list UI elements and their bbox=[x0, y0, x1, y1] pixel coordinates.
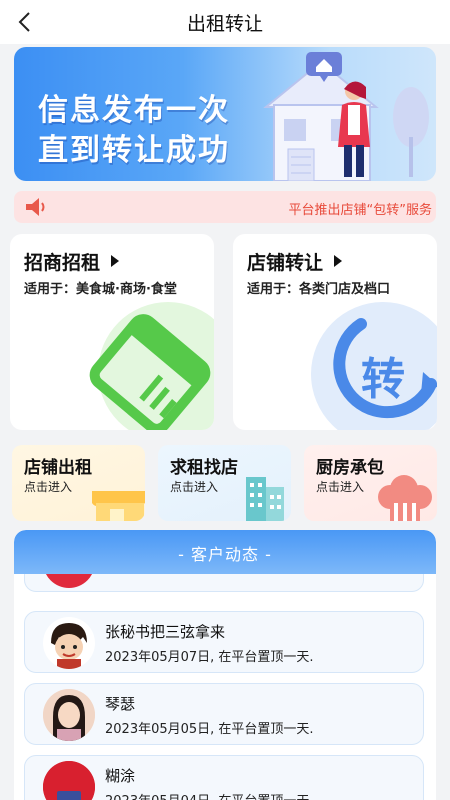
item-desc: 2023年05月04日, 在平台置顶一天. bbox=[105, 790, 314, 800]
customer-feed: - 客户动态 - 张秘书把三弦拿来 2023年05月07日, 在平台置顶一天. bbox=[14, 530, 436, 800]
card-subtitle: 点击进入 bbox=[170, 480, 219, 494]
item-desc: 2023年05月05日, 在平台置顶一天. bbox=[105, 722, 314, 737]
card-subtitle: 点击进入 bbox=[24, 480, 73, 494]
banner-headline-2: 直到转让成功 bbox=[38, 133, 230, 168]
item-name: 琴瑟 bbox=[105, 695, 136, 713]
list-item[interactable]: 糊涂 2023年05月04日, 在平台置顶一天. bbox=[24, 755, 424, 800]
card-subtitle: 适用于：各类门店及档口 bbox=[247, 282, 391, 297]
avatar bbox=[43, 617, 95, 669]
card-seek-shop[interactable]: 求租找店 点击进入 bbox=[158, 445, 291, 521]
item-name: 张秘书把三弦拿来 bbox=[105, 623, 226, 641]
card-shop-rent[interactable]: 店铺出租 点击进入 bbox=[12, 445, 145, 521]
promo-banner[interactable]: 信息发布一次 直到转让成功 bbox=[14, 47, 436, 181]
card-kitchen-contract[interactable]: 厨房承包 点击进入 bbox=[304, 445, 437, 521]
house-illustration bbox=[263, 52, 429, 181]
list-item[interactable] bbox=[24, 574, 424, 592]
page-title: 出租转让 bbox=[186, 13, 263, 35]
item-name: 糊涂 bbox=[105, 767, 136, 785]
speaker-icon bbox=[26, 198, 45, 216]
chevron-right-icon bbox=[334, 255, 342, 267]
avatar bbox=[43, 574, 95, 588]
avatar bbox=[43, 689, 95, 741]
card-title: 厨房承包 bbox=[316, 458, 384, 478]
banner-headline-1: 信息发布一次 bbox=[38, 93, 230, 128]
notice-text: 平台推出店铺“包转”服务 bbox=[288, 203, 432, 218]
app-header: 出租转让 bbox=[0, 0, 450, 44]
card-title: 店铺转让 bbox=[247, 252, 324, 274]
notice-bar[interactable]: 平台推出店铺“包转”服务 bbox=[14, 191, 436, 223]
card-subtitle: 适用于：美食城·商场·食堂 bbox=[24, 282, 177, 297]
card-title: 招商招租 bbox=[24, 252, 101, 274]
feed-header: - 客户动态 - bbox=[14, 530, 436, 574]
card-investment-lease[interactable]: 招商招租 适用于：美食城·商场·食堂 bbox=[10, 234, 214, 430]
avatar bbox=[43, 761, 95, 800]
feed-list[interactable]: 张秘书把三弦拿来 2023年05月07日, 在平台置顶一天. 琴瑟 2023年0… bbox=[14, 574, 436, 800]
card-subtitle: 点击进入 bbox=[316, 480, 365, 494]
feed-title: - 客户动态 - bbox=[178, 545, 272, 564]
card-title: 求租找店 bbox=[170, 458, 238, 478]
chevron-right-icon bbox=[111, 255, 119, 267]
card-shop-transfer[interactable]: 转 店铺转让 适用于：各类门店及档口 bbox=[233, 234, 437, 430]
zhuan-glyph: 转 bbox=[361, 354, 405, 405]
list-item[interactable]: 琴瑟 2023年05月05日, 在平台置顶一天. bbox=[24, 683, 424, 745]
card-title: 店铺出租 bbox=[24, 458, 92, 478]
item-desc: 2023年05月07日, 在平台置顶一天. bbox=[105, 650, 314, 665]
list-item[interactable]: 张秘书把三弦拿来 2023年05月07日, 在平台置顶一天. bbox=[24, 611, 424, 673]
